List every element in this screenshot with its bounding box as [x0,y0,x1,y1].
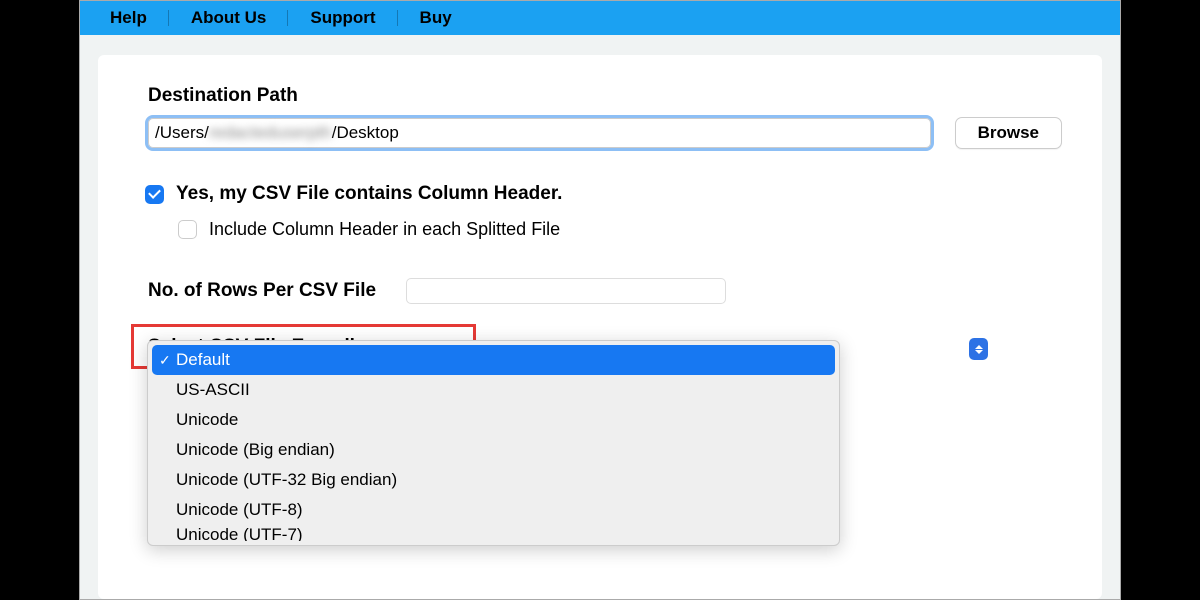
include-header-row[interactable]: Include Column Header in each Splitted F… [178,219,1062,240]
column-header-row[interactable]: Yes, my CSV File contains Column Header. [145,183,1062,205]
nav-about[interactable]: About Us [169,8,289,28]
encoding-option-default[interactable]: Default [152,345,835,375]
chevron-updown-icon[interactable] [969,338,988,360]
destination-path-input[interactable]: /Users/redacteduserpth/Desktop [148,118,931,148]
rows-per-file-row: No. of Rows Per CSV File [148,278,1062,304]
include-header-label: Include Column Header in each Splitted F… [209,219,560,240]
path-prefix: /Users/ [155,123,209,143]
encoding-option-unicode-big-endian[interactable]: Unicode (Big endian) [152,435,835,465]
content-area: Destination Path /Users/redacteduserpth/… [80,35,1120,599]
encoding-option-utf7[interactable]: Unicode (UTF-7) [152,525,835,541]
nav-buy[interactable]: Buy [398,8,474,28]
encoding-option-unicode[interactable]: Unicode [152,405,835,435]
encoding-option-utf32-big-endian[interactable]: Unicode (UTF-32 Big endian) [152,465,835,495]
column-header-checkbox[interactable] [145,185,164,204]
encoding-dropdown-menu: Default US-ASCII Unicode Unicode (Big en… [147,340,840,546]
nav-bar: Help About Us Support Buy [80,1,1120,35]
encoding-option-utf8[interactable]: Unicode (UTF-8) [152,495,835,525]
rows-per-file-input[interactable] [406,278,726,304]
app-window: Help About Us Support Buy Destination Pa… [79,0,1121,600]
path-redacted: redacteduserpth [209,123,332,143]
destination-path-label: Destination Path [148,85,1062,107]
encoding-option-us-ascii[interactable]: US-ASCII [152,375,835,405]
path-suffix: /Desktop [332,123,399,143]
settings-panel: Destination Path /Users/redacteduserpth/… [98,55,1102,599]
include-header-checkbox[interactable] [178,220,197,239]
column-header-label: Yes, my CSV File contains Column Header. [176,183,562,205]
browse-button[interactable]: Browse [955,117,1062,149]
nav-help[interactable]: Help [88,8,169,28]
rows-per-file-label: No. of Rows Per CSV File [148,280,376,302]
destination-row: /Users/redacteduserpth/Desktop Browse [148,117,1062,149]
nav-support[interactable]: Support [288,8,397,28]
